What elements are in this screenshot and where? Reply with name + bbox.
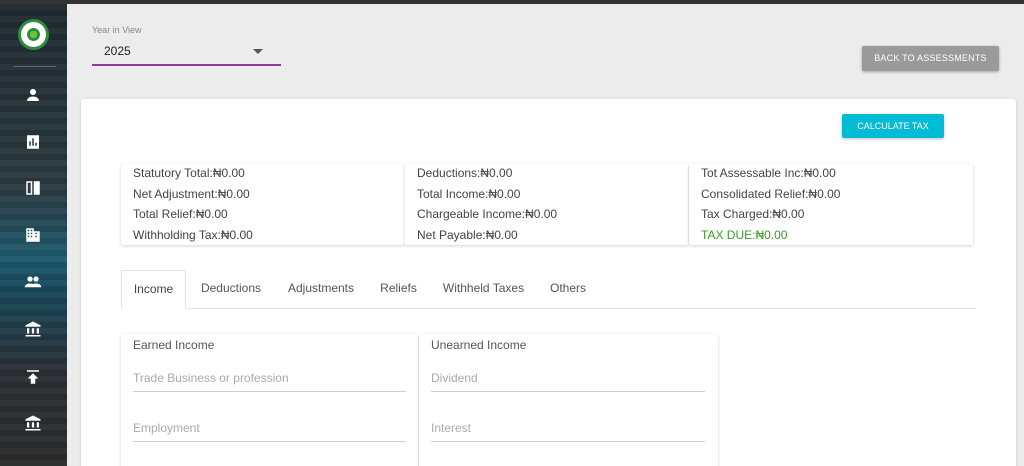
year-label: Year in View	[92, 25, 142, 35]
dividend-field[interactable]: Dividend	[431, 368, 705, 392]
trade-business-placeholder: Trade Business or profession	[133, 371, 289, 385]
earned-income-title: Earned Income	[133, 338, 215, 352]
tab-others[interactable]: Others	[543, 270, 593, 309]
bank-icon[interactable]	[22, 412, 44, 434]
chevron-down-icon	[253, 49, 263, 54]
sidebar	[0, 4, 67, 466]
summary-box-1: Statutory Total:₦0.00 Net Adjustment:₦0.…	[121, 164, 405, 245]
total-income: Total Income:₦0.00	[417, 187, 521, 201]
net-payable: Net Payable:₦0.00	[417, 228, 518, 242]
tab-deductions[interactable]: Deductions	[196, 270, 266, 309]
chart-icon[interactable]	[22, 131, 44, 153]
year-value: 2025	[104, 44, 131, 58]
total-assessable-income: Tot Assessable Inc:₦0.00	[701, 166, 836, 180]
tab-income[interactable]: Income	[121, 270, 186, 309]
total-relief: Total Relief:₦0.00	[133, 207, 228, 221]
consolidated-relief: Consolidated Relief:₦0.00	[701, 187, 841, 201]
interest-field[interactable]: Interest	[431, 418, 705, 442]
tab-reliefs[interactable]: Reliefs	[376, 270, 421, 309]
summary-box-2: Deductions:₦0.00 Total Income:₦0.00 Char…	[405, 164, 688, 245]
group-icon[interactable]	[22, 271, 44, 293]
interest-placeholder: Interest	[431, 421, 472, 435]
unearned-income-panel: Unearned Income Dividend Interest	[419, 334, 718, 466]
tax-charged: Tax Charged:₦0.00	[701, 207, 805, 221]
net-adjustment: Net Adjustment:₦0.00	[133, 187, 250, 201]
dividend-placeholder: Dividend	[431, 371, 478, 385]
logo[interactable]	[18, 19, 49, 50]
statutory-total: Statutory Total:₦0.00	[133, 166, 245, 180]
top-bar	[0, 0, 1024, 4]
employment-field[interactable]: Employment	[133, 418, 406, 442]
tax-due: TAX DUE:₦0.00	[701, 228, 788, 242]
tab-adjustments[interactable]: Adjustments	[281, 270, 361, 309]
building-icon[interactable]	[22, 224, 44, 246]
tab-bar: Income Deductions Adjustments Reliefs Wi…	[121, 270, 976, 309]
tab-withheld-taxes[interactable]: Withheld Taxes	[436, 270, 531, 309]
compare-icon[interactable]	[22, 177, 44, 199]
chargeable-income: Chargeable Income:₦0.00	[417, 207, 558, 221]
deductions: Deductions:₦0.00	[417, 166, 513, 180]
trade-business-field[interactable]: Trade Business or profession	[133, 368, 406, 392]
bank-icon[interactable]	[22, 318, 44, 340]
back-to-assessments-button[interactable]: BACK TO ASSESSMENTS	[862, 46, 999, 71]
employment-placeholder: Employment	[133, 421, 200, 435]
unearned-income-title: Unearned Income	[431, 338, 527, 352]
summary-box-3: Tot Assessable Inc:₦0.00 Consolidated Re…	[689, 164, 973, 245]
year-select[interactable]: 2025	[92, 40, 281, 66]
calculate-tax-button[interactable]: CALCULATE TAX	[842, 114, 944, 138]
withholding-tax: Withholding Tax:₦0.00	[133, 228, 253, 242]
upload-icon[interactable]	[22, 366, 44, 388]
earned-income-panel: Earned Income Trade Business or professi…	[121, 334, 418, 466]
user-icon[interactable]	[22, 84, 44, 106]
sidebar-divider	[14, 66, 56, 67]
